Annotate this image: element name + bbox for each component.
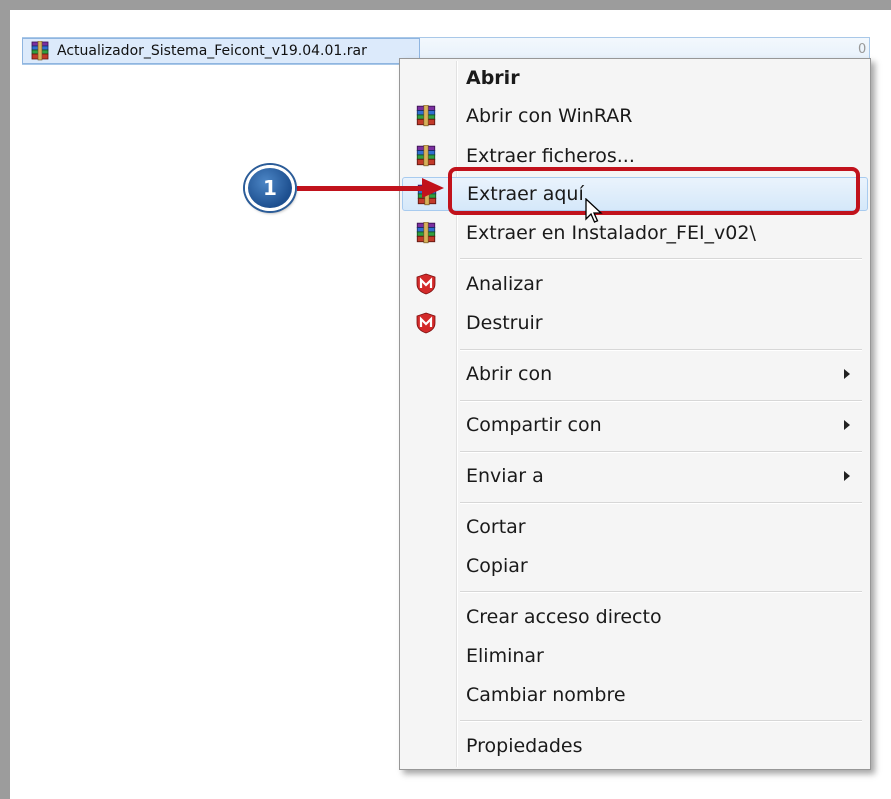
menu-item-label: Abrir con <box>466 363 553 385</box>
mcafee-shield-icon <box>414 273 438 295</box>
winrar-icon <box>414 105 438 127</box>
mouse-pointer-icon <box>585 198 603 223</box>
menu-item-open-winrar[interactable]: Abrir con WinRAR <box>402 99 868 133</box>
menu-item-label: Cambiar nombre <box>466 684 626 706</box>
menu-separator <box>460 720 862 722</box>
submenu-arrow-icon <box>844 369 850 379</box>
menu-item-share-with[interactable]: Compartir con <box>402 408 868 442</box>
file-name: Actualizador_Sistema_Feicont_v19.04.01.r… <box>57 43 367 59</box>
step-number-badge: 1 <box>245 165 295 211</box>
menu-item-label: Cortar <box>466 516 526 538</box>
column-hint: 0 <box>858 42 867 57</box>
menu-item-label: Extraer ficheros... <box>466 145 635 167</box>
menu-item-open[interactable]: Abrir <box>402 61 868 95</box>
menu-item-send-to[interactable]: Enviar a <box>402 459 868 493</box>
menu-item-label: Compartir con <box>466 414 602 436</box>
menu-separator <box>460 258 862 260</box>
menu-item-scan[interactable]: Analizar <box>402 267 868 301</box>
menu-item-rename[interactable]: Cambiar nombre <box>402 678 868 712</box>
menu-item-label: Extraer en Instalador_FEI_v02\ <box>466 222 756 244</box>
winrar-icon <box>414 145 438 167</box>
mcafee-shield-icon <box>414 312 438 334</box>
menu-item-label: Analizar <box>466 273 543 295</box>
menu-item-delete[interactable]: Eliminar <box>402 639 868 673</box>
context-menu: Abrir Abrir con WinRAR Extraer ficheros. <box>399 58 871 770</box>
menu-item-label: Crear acceso directo <box>466 606 662 628</box>
submenu-arrow-icon <box>844 420 850 430</box>
menu-item-label: Eliminar <box>466 645 544 667</box>
winrar-icon <box>414 222 438 244</box>
menu-item-label: Abrir con WinRAR <box>466 105 633 127</box>
menu-item-create-shortcut[interactable]: Crear acceso directo <box>402 600 868 634</box>
menu-item-copy[interactable]: Copiar <box>402 549 868 583</box>
selected-file-item[interactable]: Actualizador_Sistema_Feicont_v19.04.01.r… <box>22 38 420 64</box>
callout-arrow-head-icon <box>422 178 444 198</box>
submenu-arrow-icon <box>844 471 850 481</box>
menu-item-label: Copiar <box>466 555 528 577</box>
callout-arrow-line <box>297 186 425 191</box>
menu-item-open-with[interactable]: Abrir con <box>402 357 868 391</box>
menu-separator <box>460 349 862 351</box>
menu-item-label: Enviar a <box>466 465 544 487</box>
menu-separator <box>460 451 862 453</box>
menu-separator <box>460 400 862 402</box>
menu-item-extract-to[interactable]: Extraer en Instalador_FEI_v02\ <box>402 216 868 250</box>
menu-item-label: Destruir <box>466 312 543 334</box>
winrar-archive-icon <box>31 41 49 61</box>
menu-separator <box>460 502 862 504</box>
menu-item-cut[interactable]: Cortar <box>402 510 868 544</box>
menu-item-label: Abrir <box>466 67 520 89</box>
menu-item-label: Propiedades <box>466 735 583 757</box>
menu-item-shred[interactable]: Destruir <box>402 306 868 340</box>
menu-item-properties[interactable]: Propiedades <box>402 729 868 763</box>
highlight-callout-box <box>448 167 860 215</box>
menu-separator <box>460 591 862 593</box>
